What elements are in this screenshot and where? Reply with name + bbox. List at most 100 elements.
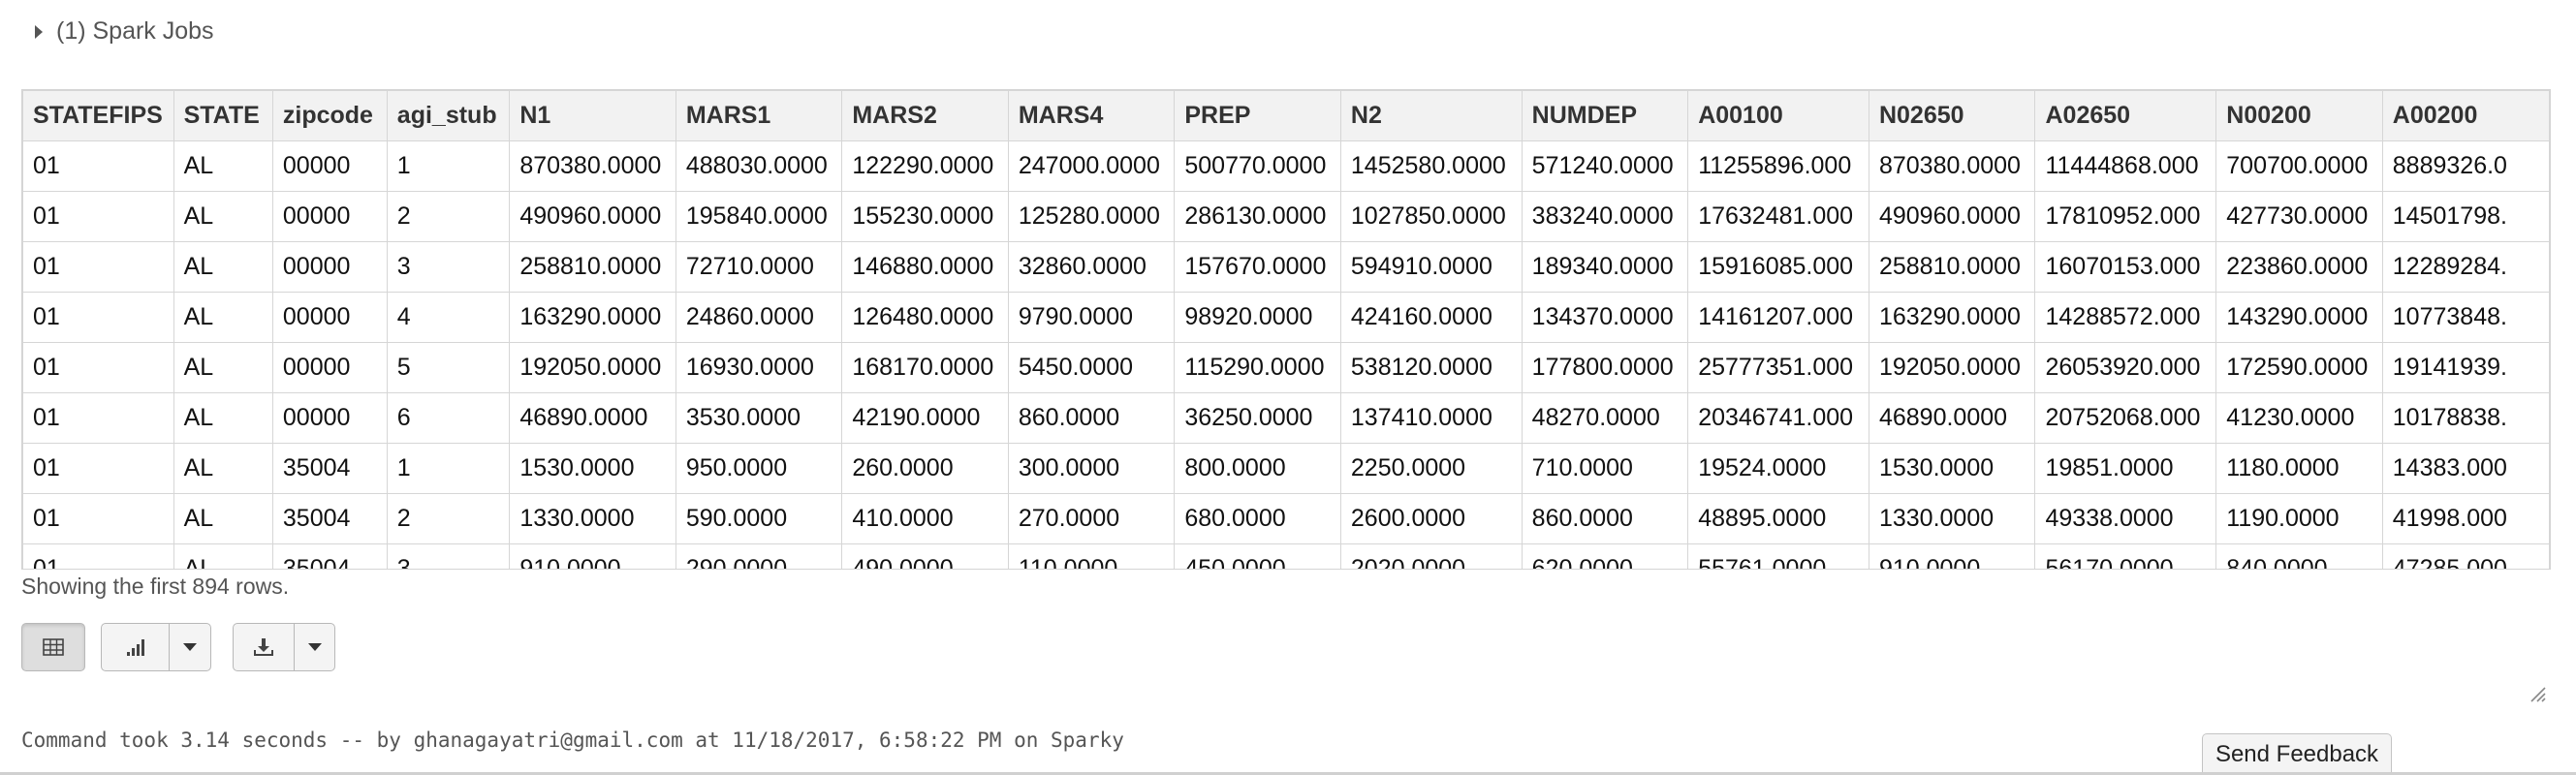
table-cell: 490.0000 [841,543,1009,569]
table-row: 01 AL 35004 3 910.0000 290.0000 490.0000 110.00… [22,543,2550,569]
table-cell: 56170.0000 [2034,543,2217,569]
table-cell: 2250.0000 [1339,443,1523,494]
table-header-row: STATEFIPS STATE zipcode agi_stub N1 MARS1 MARS… [22,90,2550,141]
table-cell: 01 [22,292,174,343]
table-cell: 910.0000 [1868,543,2036,569]
table-cell: 14161207.000 [1687,292,1869,343]
table-cell: AL [173,392,273,444]
download-button[interactable] [234,624,296,670]
column-header[interactable]: STATEFIPS [22,90,174,141]
table-cell: 01 [22,140,174,192]
table-cell: 00000 [271,241,388,293]
table-cell: 9790.0000 [1007,292,1176,343]
table-cell: 4 [386,292,511,343]
column-header[interactable]: MARS1 [675,90,843,141]
table-cell: 620.0000 [1521,543,1689,569]
table-row: 01 AL 00000 6 46890.0000 3530.0000 42190.0000 8… [22,392,2550,444]
column-header[interactable]: zipcode [271,90,388,141]
table-cell: 55761.0000 [1687,543,1869,569]
table-cell: 46890.0000 [509,392,676,444]
column-header[interactable]: N02650 [1868,90,2036,141]
table-cell: 115290.0000 [1174,342,1341,393]
table-cell: 00000 [271,342,388,393]
table-cell: 146880.0000 [841,241,1009,293]
table-cell: AL [173,443,273,494]
table-cell: 172590.0000 [2215,342,2383,393]
table-cell: 258810.0000 [1868,241,2036,293]
table-cell: 260.0000 [841,443,1009,494]
column-header[interactable]: NUMDEP [1521,90,1689,141]
column-header[interactable]: A02650 [2034,90,2217,141]
column-header[interactable]: MARS2 [841,90,1009,141]
column-header[interactable]: agi_stub [386,90,511,141]
table-cell: 427730.0000 [2215,191,2383,242]
table-cell: 270.0000 [1007,493,1176,544]
table-cell: 3530.0000 [675,392,843,444]
spark-jobs-toggle[interactable]: (1) Spark Jobs [35,17,214,46]
chart-options-dropdown[interactable] [170,624,210,670]
column-header[interactable]: A00200 [2381,90,2550,141]
results-table-container[interactable]: STATEFIPS STATE zipcode agi_stub N1 MARS1 MARS… [21,89,2551,570]
table-cell: 35004 [271,443,388,494]
table-cell: 15916085.000 [1687,241,1869,293]
table-cell: 98920.0000 [1174,292,1341,343]
table-cell: 17810952.000 [2034,191,2217,242]
table-row: 01 AL 35004 1 1530.0000 950.0000 260.0000 300.0… [22,443,2550,494]
table-cell: AL [173,241,273,293]
table-cell: 24860.0000 [675,292,843,343]
table-cell: 01 [22,241,174,293]
column-header[interactable]: N00200 [2215,90,2383,141]
expand-triangle-icon [35,24,43,39]
table-cell: 2 [386,493,511,544]
column-header[interactable]: N2 [1339,90,1523,141]
table-cell: 488030.0000 [675,140,843,192]
send-feedback-button[interactable]: Send Feedback [2202,733,2392,775]
table-cell: 192050.0000 [1868,342,2036,393]
table-cell: 1027850.0000 [1339,191,1523,242]
table-cell: 110.0000 [1007,543,1176,569]
table-cell: 00000 [271,392,388,444]
table-cell: 01 [22,342,174,393]
column-header[interactable]: PREP [1174,90,1341,141]
table-cell: AL [173,191,273,242]
table-cell: 195840.0000 [675,191,843,242]
table-view-button[interactable] [21,623,85,671]
table-cell: 16070153.000 [2034,241,2217,293]
results-table: STATEFIPS STATE zipcode agi_stub N1 MARS1 MARS… [22,90,2550,569]
table-cell: 1530.0000 [1868,443,2036,494]
table-cell: 14383.000 [2381,443,2550,494]
table-cell: 00000 [271,191,388,242]
table-cell: 155230.0000 [841,191,1009,242]
table-cell: AL [173,140,273,192]
table-cell: 01 [22,543,174,569]
table-cell: 910.0000 [509,543,676,569]
table-cell: 1330.0000 [509,493,676,544]
table-cell: 01 [22,443,174,494]
table-cell: 800.0000 [1174,443,1341,494]
table-cell: 700700.0000 [2215,140,2383,192]
column-header[interactable]: STATE [173,90,273,141]
table-cell: 247000.0000 [1007,140,1176,192]
table-cell: 1530.0000 [509,443,676,494]
bar-chart-icon [126,639,144,656]
table-cell: 32860.0000 [1007,241,1176,293]
table-cell: 10773848. [2381,292,2550,343]
table-cell: 163290.0000 [509,292,676,343]
table-cell: 2020.0000 [1339,543,1523,569]
table-cell: 10178838. [2381,392,2550,444]
resize-handle-icon[interactable] [2528,684,2547,703]
table-cell: 192050.0000 [509,342,676,393]
table-icon [43,638,64,656]
chevron-down-icon [183,643,198,651]
chart-view-button[interactable] [102,624,171,670]
column-header[interactable]: MARS4 [1007,90,1176,141]
download-options-dropdown[interactable] [295,624,334,670]
table-cell: 450.0000 [1174,543,1341,569]
column-header[interactable]: N1 [509,90,676,141]
table-cell: 42190.0000 [841,392,1009,444]
table-cell: 35004 [271,493,388,544]
column-header[interactable]: A00100 [1687,90,1869,141]
table-row: 01 AL 00000 4 163290.0000 24860.0000 126480.00… [22,292,2550,343]
table-cell: 860.0000 [1521,493,1689,544]
table-cell: 680.0000 [1174,493,1341,544]
